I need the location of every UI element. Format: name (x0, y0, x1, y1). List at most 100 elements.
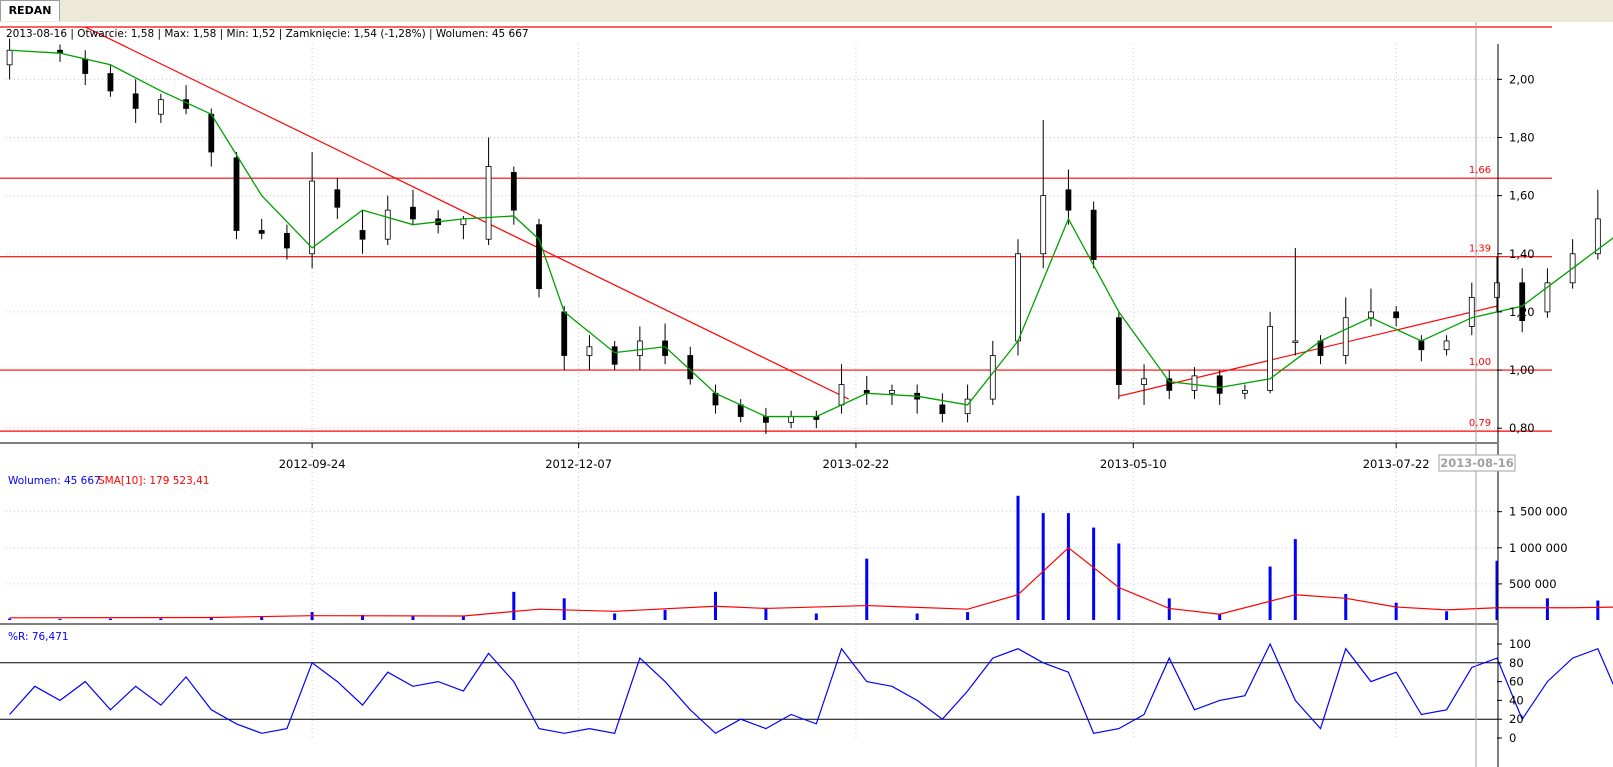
candle-body (1065, 189, 1072, 211)
candle-body (1015, 253, 1021, 342)
tab-redan[interactable]: REDAN (0, 0, 60, 21)
y-tick-label: 2,00 (1509, 72, 1535, 86)
candle-body (989, 355, 996, 400)
x-tick-label: 2012-09-24 (279, 457, 346, 471)
volume-bar (865, 558, 869, 620)
volume-bar (1117, 543, 1121, 620)
candle-body (1317, 340, 1324, 356)
volume-bar (1445, 611, 1449, 620)
candle-body (157, 99, 164, 115)
candle-body (1494, 282, 1500, 298)
williams-r-legend-label: %R: 76,471 (8, 631, 69, 643)
candle-body (939, 404, 946, 415)
stock-chart[interactable]: 1,661,391,000,79 2012-09-24 2012-12-07 201… (0, 22, 1613, 767)
volume-bar (1394, 602, 1398, 620)
volume-bar (1545, 598, 1549, 620)
volume-bar (663, 609, 667, 620)
volume-bar (1596, 600, 1600, 620)
candle-body (107, 73, 114, 92)
candle-body (334, 189, 341, 208)
volume-bar (209, 617, 213, 620)
candle-body (964, 398, 971, 415)
wr-tick-label: 80 (1509, 656, 1524, 670)
candle-body (1292, 340, 1299, 343)
candle-body (258, 230, 265, 234)
wr-tick-label: 100 (1509, 637, 1531, 651)
volume-bar (1016, 495, 1020, 620)
x-tick-label: 2012-12-07 (545, 457, 612, 471)
candle-body (284, 233, 290, 249)
candle-body (788, 416, 795, 423)
volume-bar (915, 613, 919, 620)
volume-bar (260, 616, 264, 620)
volume-sma-legend-label: SMA[10]: 179 523,41 (98, 475, 209, 487)
volume-bar (1041, 513, 1045, 620)
candle-body (1166, 378, 1173, 391)
wr-tick-label: 20 (1509, 712, 1524, 726)
candle-body (1191, 375, 1198, 391)
tab-bar: REDAN (0, 0, 1613, 23)
volume-bar (764, 607, 768, 620)
candle-body (889, 389, 895, 394)
candle-body (1468, 296, 1475, 327)
volume-bar (613, 613, 617, 620)
candle-body (359, 230, 366, 240)
x-tick-label: 2013-05-10 (1100, 457, 1167, 471)
candle-body (1342, 317, 1349, 356)
candle-body (1241, 389, 1248, 394)
candle-body (737, 404, 744, 417)
candle-body (1267, 326, 1274, 391)
candle-body (712, 392, 719, 406)
volume-bar (108, 618, 112, 620)
x-tick-label: 2013-07-22 (1363, 457, 1430, 471)
y-tick-label: 1,40 (1509, 247, 1535, 261)
volume-bar (966, 612, 970, 620)
volume-bar (1066, 513, 1070, 620)
candle-body (636, 340, 643, 356)
volume-bar (814, 613, 818, 620)
candle-body (132, 93, 139, 109)
horizontal-level-label: 1,66 (1469, 165, 1491, 176)
candle-body (763, 416, 769, 423)
volume-bar (159, 618, 163, 620)
volume-bar (1268, 566, 1272, 620)
y-tick-label: 1,00 (1509, 363, 1535, 377)
x-tick-label: 2013-02-22 (823, 457, 890, 471)
volume-bar (1293, 539, 1297, 620)
y-tick-label: 1,20 (1509, 305, 1535, 319)
volume-bar (8, 618, 12, 620)
volume-bar (562, 598, 566, 620)
candle-body (233, 157, 240, 231)
candle-body (561, 311, 568, 356)
horizontal-level-label: 0,79 (1469, 418, 1491, 429)
volume-bar (1218, 614, 1222, 620)
candle-body (1393, 311, 1400, 319)
volume-tick-label: 1 500 000 (1509, 505, 1568, 519)
wr-tick-label: 0 (1509, 731, 1516, 745)
candle-body (1368, 311, 1374, 319)
volume-tick-label: 500 000 (1509, 577, 1557, 591)
candle-body (309, 180, 316, 255)
candle-body (485, 166, 492, 240)
volume-bar (58, 618, 62, 620)
y-tick-label: 0,80 (1509, 421, 1535, 435)
candle-body (1141, 378, 1147, 385)
wr-tick-label: 40 (1509, 693, 1524, 707)
candle-body (1443, 340, 1450, 351)
candle-body (1216, 375, 1223, 394)
candle-body (460, 218, 467, 226)
candle-body (510, 171, 517, 211)
volume-tick-label: 1 000 000 (1509, 541, 1568, 555)
candle-body (410, 206, 416, 220)
candle-body (838, 384, 845, 406)
y-tick-label: 1,80 (1509, 130, 1535, 144)
volume-bar (1092, 527, 1096, 620)
y-tick-label: 1,60 (1509, 189, 1535, 203)
candle-body (1418, 340, 1425, 351)
horizontal-level-label: 1,00 (1469, 357, 1491, 368)
candle-body (1040, 195, 1047, 255)
candle-body (536, 224, 542, 290)
candle-body (6, 49, 13, 66)
chart-background (0, 22, 1613, 767)
volume-legend-label: Wolumen: 45 667 (8, 475, 101, 487)
